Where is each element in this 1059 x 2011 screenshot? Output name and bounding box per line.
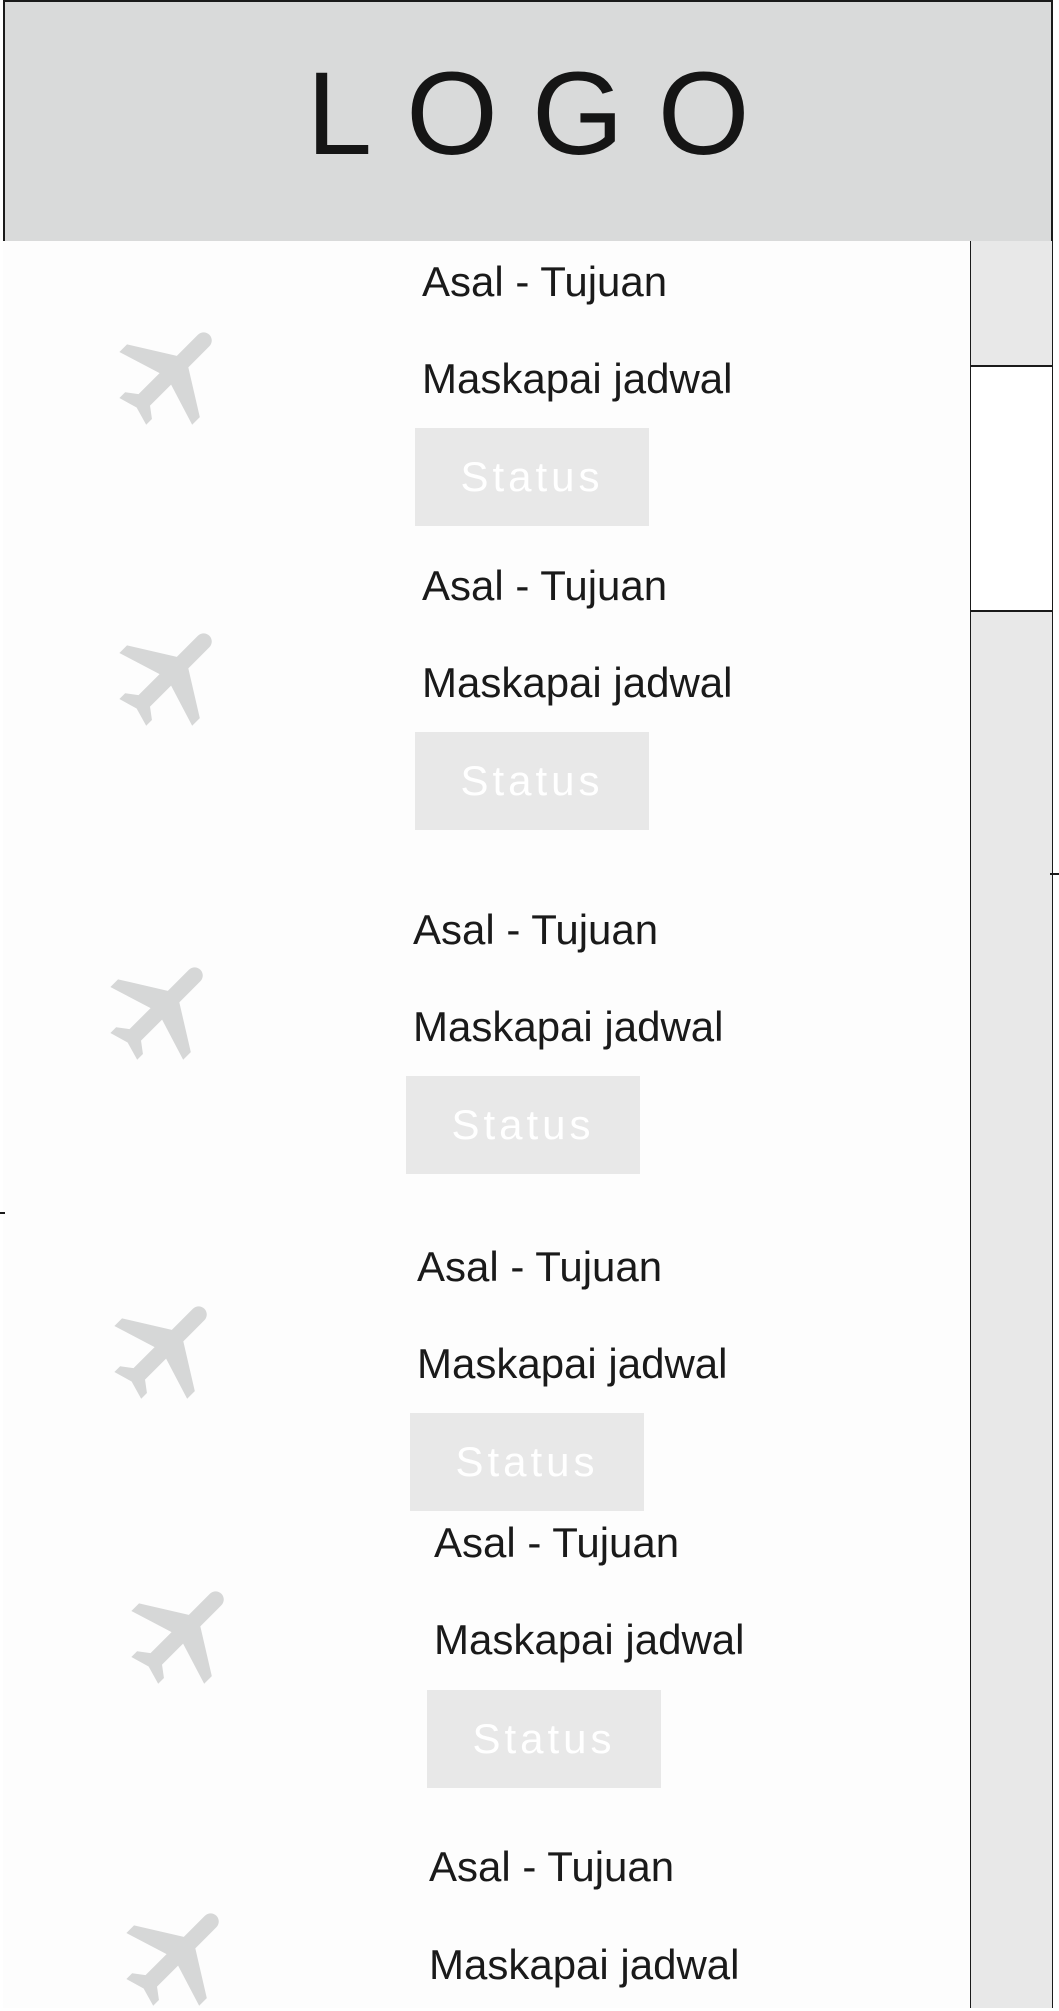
status-badge: Status [415,428,649,526]
status-badge: Status [410,1413,644,1511]
flight-list-item[interactable]: Asal - Tujuan Maskapai jadwal Status [3,241,970,541]
divider-tick [0,1212,5,1214]
flight-route: Asal - Tujuan [422,562,668,609]
flight-route: Asal - Tujuan [417,1243,663,1290]
status-badge: Status [406,1076,640,1174]
flight-schedule: Maskapai jadwal [417,1340,728,1387]
flight-list-item[interactable]: Asal - Tujuan Maskapai jadwal [3,1821,970,2008]
airplane-icon [119,332,212,425]
flight-list-item[interactable]: Asal - Tujuan Maskapai jadwal Status [3,1212,970,1525]
divider-tick [1050,873,1059,875]
flight-schedule: Maskapai jadwal [422,659,733,706]
flight-route: Asal - Tujuan [434,1519,680,1566]
logo: LOGO [306,47,784,180]
airplane-icon [131,1591,224,1684]
flight-schedule: Maskapai jadwal [434,1616,745,1663]
flight-schedule: Maskapai jadwal [429,1941,740,1988]
flight-schedule: Maskapai jadwal [413,1003,724,1050]
scrollbar-thumb[interactable] [969,365,1052,612]
flight-route: Asal - Tujuan [422,258,668,305]
airplane-icon [114,1306,207,1399]
header: LOGO [3,0,1053,243]
flight-list-item[interactable]: Asal - Tujuan Maskapai jadwal Status [3,1519,970,1823]
airplane-icon [110,967,203,1060]
airplane-icon [126,1913,219,2006]
flight-route: Asal - Tujuan [429,1843,675,1890]
flight-list-item[interactable]: Asal - Tujuan Maskapai jadwal Status [3,873,970,1214]
status-badge: Status [427,1690,661,1788]
flight-schedule: Maskapai jadwal [422,355,733,402]
flight-list-item[interactable]: Asal - Tujuan Maskapai jadwal Status [3,539,970,875]
status-badge: Status [415,732,649,830]
flight-route: Asal - Tujuan [413,906,659,953]
airplane-icon [119,633,212,726]
